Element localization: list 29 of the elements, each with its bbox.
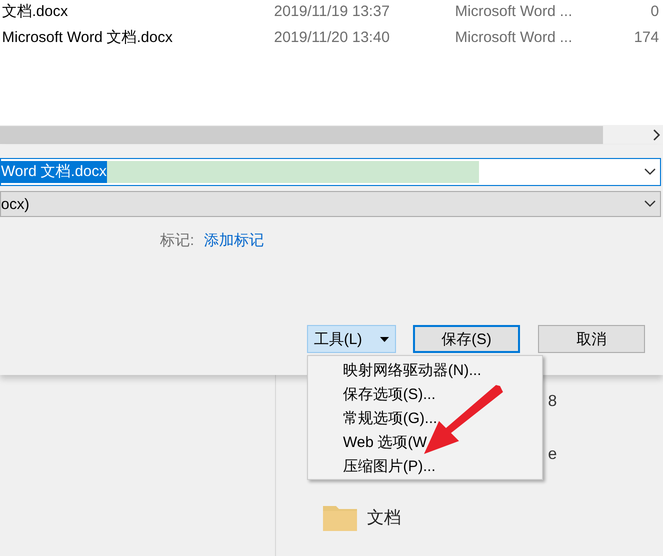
list-text: e [548, 446, 558, 464]
file-name-field[interactable]: Word 文档.docx [0, 158, 661, 186]
dialog-button[interactable]: 保存(S) [413, 325, 520, 353]
modified-date: 2019/11/19 13:37 [274, 2, 391, 20]
file-size: 174 [632, 28, 659, 46]
dialog-button[interactable]: 取消 [538, 325, 645, 353]
modified-date: 2019/11/20 13:40 [274, 28, 391, 46]
caret-icon [380, 336, 390, 342]
file-type: Microsoft Word ... [455, 2, 574, 20]
scroll-right-icon[interactable] [653, 129, 661, 141]
menu-item[interactable]: 保存选项(S)... [308, 382, 542, 406]
file-name[interactable]: 文档.docx [2, 2, 274, 20]
menu-item[interactable]: 压缩图片(P)... [308, 454, 542, 478]
menu-item[interactable]: Web 选项(W [308, 430, 542, 454]
file-name[interactable]: Microsoft Word 文档.docx [2, 28, 274, 46]
menu-item[interactable]: 常规选项(G)... [308, 406, 542, 430]
folder-name[interactable]: 文档 [367, 506, 401, 528]
add-tag-link[interactable]: 添加标记 [204, 231, 264, 250]
chevron-down-icon[interactable] [644, 168, 656, 176]
menu-item[interactable]: 映射网络驱动器(N)... [308, 358, 542, 382]
scrollbar-thumb[interactable] [0, 126, 603, 144]
tools-button[interactable]: 工具(L) [307, 325, 396, 353]
save-type-dropdown[interactable]: ocx) [0, 191, 661, 217]
folder-icon [323, 503, 357, 531]
file-type: Microsoft Word ... [455, 28, 574, 46]
file-size: 0 [650, 2, 659, 20]
tags-label: 标记: [160, 231, 194, 250]
chevron-down-icon[interactable] [644, 200, 656, 208]
list-text: 8 [548, 393, 558, 411]
